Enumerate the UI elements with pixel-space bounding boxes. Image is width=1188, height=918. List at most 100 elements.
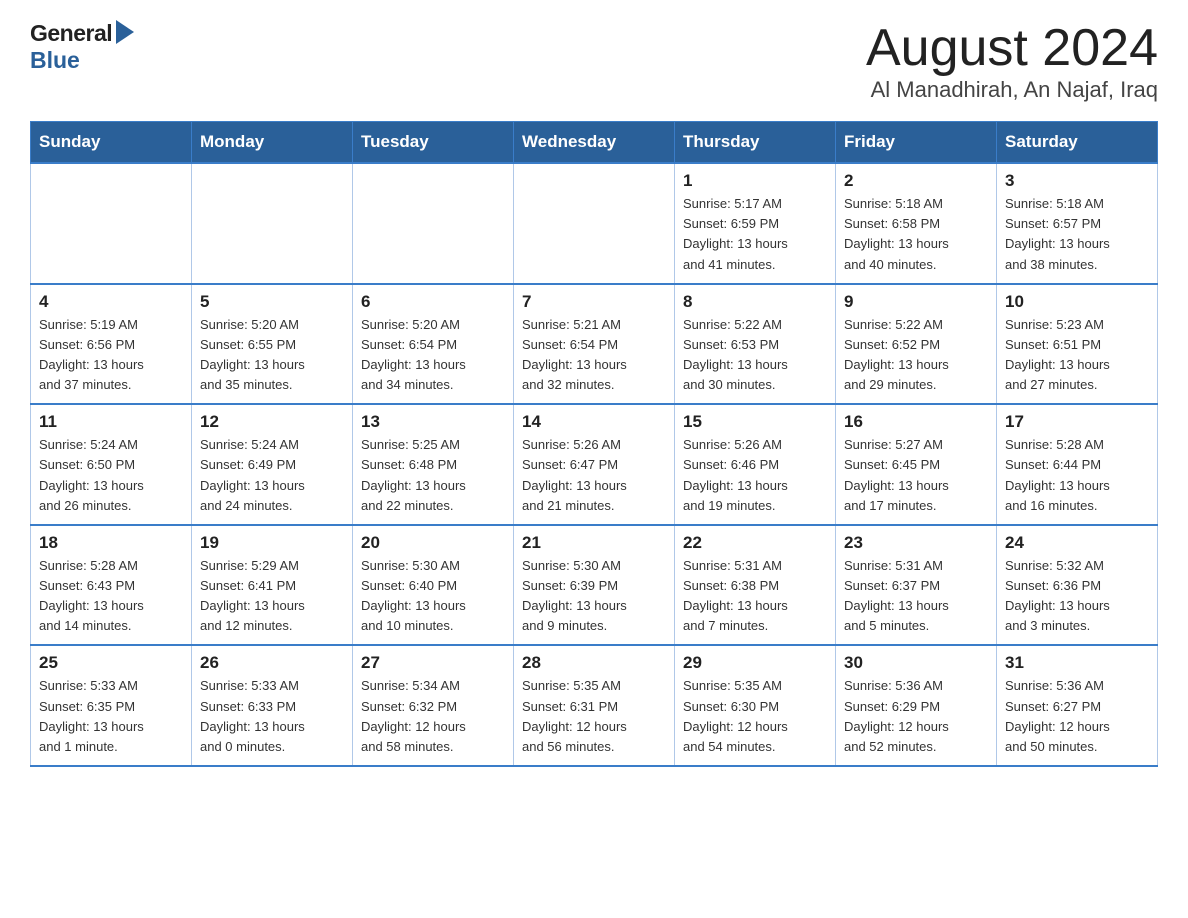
table-row: 11 Sunrise: 5:24 AM Sunset: 6:50 PM Dayli… [31,404,192,525]
day-info: Sunrise: 5:36 AM Sunset: 6:29 PM Dayligh… [844,676,988,757]
day-info: Sunrise: 5:36 AM Sunset: 6:27 PM Dayligh… [1005,676,1149,757]
logo-blue-text: Blue [30,47,80,73]
table-row: 17 Sunrise: 5:28 AM Sunset: 6:44 PM Dayli… [997,404,1158,525]
table-row: 3 Sunrise: 5:18 AM Sunset: 6:57 PM Daylig… [997,163,1158,284]
day-number: 11 [39,412,183,432]
day-info: Sunrise: 5:18 AM Sunset: 6:57 PM Dayligh… [1005,194,1149,275]
day-number: 6 [361,292,505,312]
calendar-title: August 2024 [866,20,1158,77]
table-row: 1Sunrise: 5:17 AM Sunset: 6:59 PM Daylig… [675,163,836,284]
table-row: 4 Sunrise: 5:19 AM Sunset: 6:56 PM Daylig… [31,284,192,405]
day-number: 5 [200,292,344,312]
day-info: Sunrise: 5:34 AM Sunset: 6:32 PM Dayligh… [361,676,505,757]
day-number: 7 [522,292,666,312]
day-info: Sunrise: 5:24 AM Sunset: 6:49 PM Dayligh… [200,435,344,516]
logo-general-text: General [30,20,112,47]
day-info: Sunrise: 5:25 AM Sunset: 6:48 PM Dayligh… [361,435,505,516]
day-number: 16 [844,412,988,432]
table-row: 31 Sunrise: 5:36 AM Sunset: 6:27 PM Dayli… [997,645,1158,766]
day-info: Sunrise: 5:19 AM Sunset: 6:56 PM Dayligh… [39,315,183,396]
day-info: Sunrise: 5:26 AM Sunset: 6:47 PM Dayligh… [522,435,666,516]
day-info: Sunrise: 5:28 AM Sunset: 6:44 PM Dayligh… [1005,435,1149,516]
calendar-subtitle: Al Manadhirah, An Najaf, Iraq [866,77,1158,103]
day-number: 28 [522,653,666,673]
day-number: 22 [683,533,827,553]
day-info: Sunrise: 5:31 AM Sunset: 6:38 PM Dayligh… [683,556,827,637]
day-number: 8 [683,292,827,312]
table-row: 16 Sunrise: 5:27 AM Sunset: 6:45 PM Dayli… [836,404,997,525]
table-row: 14 Sunrise: 5:26 AM Sunset: 6:47 PM Dayli… [514,404,675,525]
table-row: 25Sunrise: 5:33 AM Sunset: 6:35 PM Dayli… [31,645,192,766]
day-info: Sunrise: 5:18 AM Sunset: 6:58 PM Dayligh… [844,194,988,275]
table-row: 18Sunrise: 5:28 AM Sunset: 6:43 PM Dayli… [31,525,192,646]
table-row: 21Sunrise: 5:30 AM Sunset: 6:39 PM Dayli… [514,525,675,646]
day-info: Sunrise: 5:26 AM Sunset: 6:46 PM Dayligh… [683,435,827,516]
calendar-week-row: 11 Sunrise: 5:24 AM Sunset: 6:50 PM Dayli… [31,404,1158,525]
calendar-table: Sunday Monday Tuesday Wednesday Thursday… [30,121,1158,767]
day-info: Sunrise: 5:28 AM Sunset: 6:43 PM Dayligh… [39,556,183,637]
day-number: 10 [1005,292,1149,312]
day-info: Sunrise: 5:20 AM Sunset: 6:54 PM Dayligh… [361,315,505,396]
day-info: Sunrise: 5:35 AM Sunset: 6:30 PM Dayligh… [683,676,827,757]
table-row [31,163,192,284]
table-row: 24Sunrise: 5:32 AM Sunset: 6:36 PM Dayli… [997,525,1158,646]
day-info: Sunrise: 5:17 AM Sunset: 6:59 PM Dayligh… [683,194,827,275]
day-number: 20 [361,533,505,553]
header-monday: Monday [192,122,353,164]
header-sunday: Sunday [31,122,192,164]
table-row: 6 Sunrise: 5:20 AM Sunset: 6:54 PM Daylig… [353,284,514,405]
table-row: 5Sunrise: 5:20 AM Sunset: 6:55 PM Daylig… [192,284,353,405]
day-info: Sunrise: 5:21 AM Sunset: 6:54 PM Dayligh… [522,315,666,396]
day-number: 12 [200,412,344,432]
table-row [192,163,353,284]
calendar-header-row: Sunday Monday Tuesday Wednesday Thursday… [31,122,1158,164]
day-number: 13 [361,412,505,432]
calendar-week-row: 25Sunrise: 5:33 AM Sunset: 6:35 PM Dayli… [31,645,1158,766]
day-number: 25 [39,653,183,673]
day-number: 9 [844,292,988,312]
calendar-week-row: 1Sunrise: 5:17 AM Sunset: 6:59 PM Daylig… [31,163,1158,284]
header-thursday: Thursday [675,122,836,164]
day-number: 2 [844,171,988,191]
table-row: 28Sunrise: 5:35 AM Sunset: 6:31 PM Dayli… [514,645,675,766]
table-row: 29Sunrise: 5:35 AM Sunset: 6:30 PM Dayli… [675,645,836,766]
table-row: 8 Sunrise: 5:22 AM Sunset: 6:53 PM Daylig… [675,284,836,405]
day-info: Sunrise: 5:30 AM Sunset: 6:40 PM Dayligh… [361,556,505,637]
table-row: 20 Sunrise: 5:30 AM Sunset: 6:40 PM Dayli… [353,525,514,646]
day-number: 31 [1005,653,1149,673]
title-block: August 2024 Al Manadhirah, An Najaf, Ira… [866,20,1158,103]
day-info: Sunrise: 5:30 AM Sunset: 6:39 PM Dayligh… [522,556,666,637]
table-row: 26 Sunrise: 5:33 AM Sunset: 6:33 PM Dayli… [192,645,353,766]
day-number: 26 [200,653,344,673]
table-row: 22 Sunrise: 5:31 AM Sunset: 6:38 PM Dayli… [675,525,836,646]
day-info: Sunrise: 5:32 AM Sunset: 6:36 PM Dayligh… [1005,556,1149,637]
day-number: 30 [844,653,988,673]
day-number: 3 [1005,171,1149,191]
table-row: 30 Sunrise: 5:36 AM Sunset: 6:29 PM Dayli… [836,645,997,766]
table-row: 9Sunrise: 5:22 AM Sunset: 6:52 PM Daylig… [836,284,997,405]
day-number: 23 [844,533,988,553]
page-header: General Blue August 2024 Al Manadhirah, … [30,20,1158,103]
table-row: 15Sunrise: 5:26 AM Sunset: 6:46 PM Dayli… [675,404,836,525]
day-info: Sunrise: 5:27 AM Sunset: 6:45 PM Dayligh… [844,435,988,516]
table-row [514,163,675,284]
day-number: 14 [522,412,666,432]
calendar-week-row: 18Sunrise: 5:28 AM Sunset: 6:43 PM Dayli… [31,525,1158,646]
table-row: 23 Sunrise: 5:31 AM Sunset: 6:37 PM Dayli… [836,525,997,646]
calendar-week-row: 4 Sunrise: 5:19 AM Sunset: 6:56 PM Daylig… [31,284,1158,405]
table-row [353,163,514,284]
day-info: Sunrise: 5:29 AM Sunset: 6:41 PM Dayligh… [200,556,344,637]
day-info: Sunrise: 5:31 AM Sunset: 6:37 PM Dayligh… [844,556,988,637]
table-row: 13 Sunrise: 5:25 AM Sunset: 6:48 PM Dayli… [353,404,514,525]
day-info: Sunrise: 5:33 AM Sunset: 6:33 PM Dayligh… [200,676,344,757]
table-row: 7 Sunrise: 5:21 AM Sunset: 6:54 PM Daylig… [514,284,675,405]
day-number: 4 [39,292,183,312]
day-info: Sunrise: 5:23 AM Sunset: 6:51 PM Dayligh… [1005,315,1149,396]
table-row: 27Sunrise: 5:34 AM Sunset: 6:32 PM Dayli… [353,645,514,766]
day-number: 17 [1005,412,1149,432]
day-info: Sunrise: 5:22 AM Sunset: 6:53 PM Dayligh… [683,315,827,396]
table-row: 12 Sunrise: 5:24 AM Sunset: 6:49 PM Dayli… [192,404,353,525]
day-info: Sunrise: 5:24 AM Sunset: 6:50 PM Dayligh… [39,435,183,516]
table-row: 10 Sunrise: 5:23 AM Sunset: 6:51 PM Dayli… [997,284,1158,405]
logo-arrow-icon [116,20,134,44]
